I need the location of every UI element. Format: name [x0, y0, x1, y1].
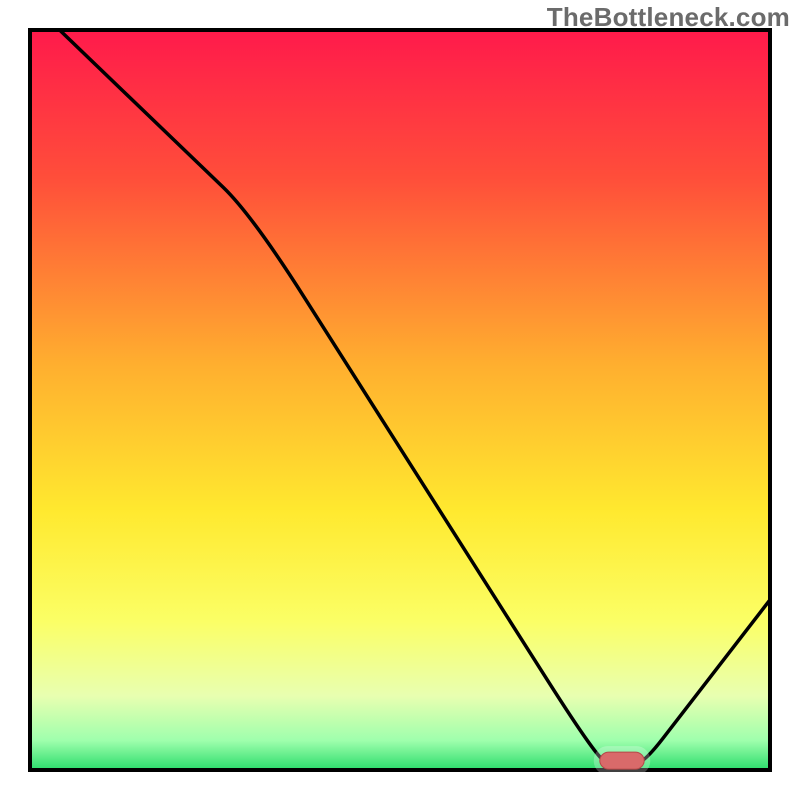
- bottleneck-chart: [0, 0, 800, 800]
- chart-container: { "watermark": "TheBottleneck.com", "cha…: [0, 0, 800, 800]
- plot-background: [30, 30, 770, 770]
- optimal-marker: [600, 752, 644, 769]
- watermark-text: TheBottleneck.com: [547, 2, 790, 33]
